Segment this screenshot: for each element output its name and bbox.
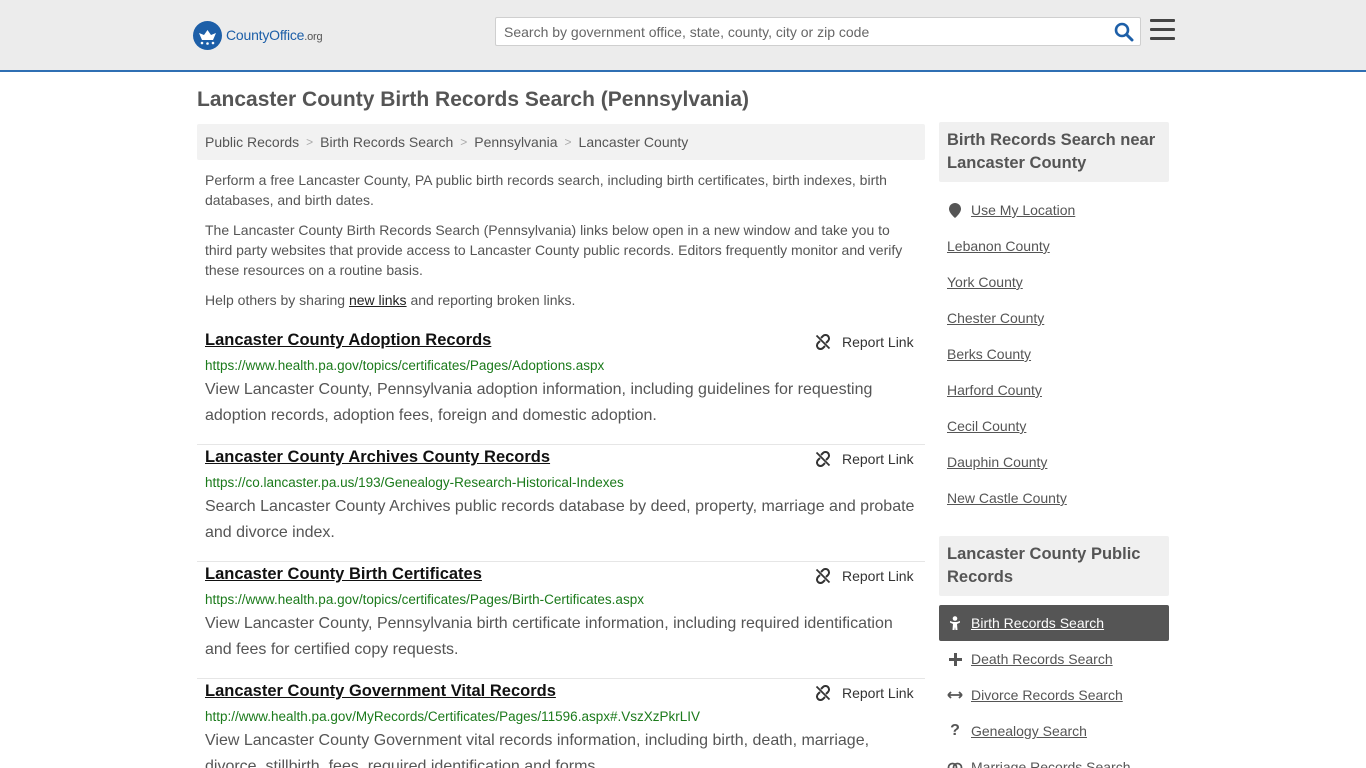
public-records-list: Birth Records Search Death Records Searc… xyxy=(939,605,1169,768)
nearby-link[interactable]: York County xyxy=(947,274,1023,290)
arrows-split-icon xyxy=(947,687,963,703)
list-item: Lancaster County Birth Certificates Repo… xyxy=(197,562,925,679)
sidebar-item-genealogy[interactable]: ? Genealogy Search xyxy=(939,713,1169,749)
record-url: https://co.lancaster.pa.us/193/Genealogy… xyxy=(205,475,624,490)
nearby-item-harford[interactable]: Harford County xyxy=(939,372,1169,408)
question-icon: ? xyxy=(950,722,960,739)
chevron-right-icon: > xyxy=(306,135,314,149)
broken-link-icon xyxy=(815,451,831,467)
site-header: CountyOffice.org xyxy=(0,0,1366,72)
record-url: https://www.health.pa.gov/topics/certifi… xyxy=(205,358,605,373)
nearby-item-berks[interactable]: Berks County xyxy=(939,336,1169,372)
logo-badge-icon xyxy=(193,20,222,50)
nearby-heading: Birth Records Search near Lancaster Coun… xyxy=(939,122,1169,182)
hamburger-menu-icon[interactable] xyxy=(1150,19,1175,41)
nearby-item-york[interactable]: York County xyxy=(939,264,1169,300)
breadcrumb: Public Records > Birth Records Search > … xyxy=(197,124,925,160)
rings-icon xyxy=(947,759,963,768)
logo-text: CountyOffice.org xyxy=(226,27,323,43)
list-item: Lancaster County Adoption Records Report… xyxy=(197,328,925,445)
intro-paragraph-2: The Lancaster County Birth Records Searc… xyxy=(205,222,903,278)
nearby-item-new-castle[interactable]: New Castle County xyxy=(939,480,1169,516)
record-description: View Lancaster County, Pennsylvania birt… xyxy=(205,615,893,658)
intro-paragraph-1: Perform a free Lancaster County, PA publ… xyxy=(205,172,887,208)
search-box xyxy=(495,17,1141,46)
divorce-records-link[interactable]: Divorce Records Search xyxy=(971,687,1123,703)
chevron-right-icon: > xyxy=(460,135,468,149)
sidebar-item-birth-records[interactable]: Birth Records Search xyxy=(939,605,1169,641)
report-link-button[interactable]: Report Link xyxy=(815,566,914,586)
record-description: View Lancaster County Government vital r… xyxy=(205,732,870,768)
record-url: https://www.health.pa.gov/topics/certifi… xyxy=(205,592,644,607)
nearby-link[interactable]: Chester County xyxy=(947,310,1044,326)
record-description: Search Lancaster County Archives public … xyxy=(205,498,915,541)
nearby-list: Use My Location Lebanon County York Coun… xyxy=(939,192,1169,516)
genealogy-link[interactable]: Genealogy Search xyxy=(971,723,1087,739)
broken-link-icon xyxy=(815,568,831,584)
breadcrumb-birth-records[interactable]: Birth Records Search xyxy=(320,134,453,150)
broken-link-icon xyxy=(815,685,831,701)
death-records-link[interactable]: Death Records Search xyxy=(971,651,1113,667)
record-title-link[interactable]: Lancaster County Government Vital Record… xyxy=(205,682,556,701)
record-url: http://www.health.pa.gov/MyRecords/Certi… xyxy=(205,709,700,724)
site-logo[interactable]: CountyOffice.org xyxy=(193,20,323,50)
public-records-heading: Lancaster County Public Records xyxy=(939,536,1169,596)
use-location-item[interactable]: Use My Location xyxy=(939,192,1169,228)
report-link-button[interactable]: Report Link xyxy=(815,449,914,469)
birth-records-link[interactable]: Birth Records Search xyxy=(971,615,1104,631)
nearby-link[interactable]: Cecil County xyxy=(947,418,1026,434)
record-title-link[interactable]: Lancaster County Adoption Records xyxy=(205,331,491,350)
page-title: Lancaster County Birth Records Search (P… xyxy=(197,88,749,111)
nearby-link[interactable]: Berks County xyxy=(947,346,1031,362)
nearby-item-dauphin[interactable]: Dauphin County xyxy=(939,444,1169,480)
intro-paragraph-3: Help others by sharing new links and rep… xyxy=(205,292,576,308)
sidebar-item-marriage-records[interactable]: Marriage Records Search xyxy=(939,749,1169,768)
list-item: Lancaster County Archives County Records… xyxy=(197,445,925,562)
search-icon[interactable] xyxy=(1114,22,1134,42)
report-link-button[interactable]: Report Link xyxy=(815,683,914,703)
chevron-right-icon: > xyxy=(564,135,572,149)
search-input[interactable] xyxy=(496,18,1106,45)
new-links-link[interactable]: new links xyxy=(349,292,407,308)
map-pin-icon xyxy=(947,202,963,218)
nearby-item-chester[interactable]: Chester County xyxy=(939,300,1169,336)
report-link-button[interactable]: Report Link xyxy=(815,332,914,352)
breadcrumb-current: Lancaster County xyxy=(578,134,689,150)
sidebar-item-death-records[interactable]: Death Records Search xyxy=(939,641,1169,677)
record-title-link[interactable]: Lancaster County Birth Certificates xyxy=(205,565,482,584)
list-item: Lancaster County Government Vital Record… xyxy=(197,679,925,768)
baby-icon xyxy=(947,615,963,631)
use-location-link[interactable]: Use My Location xyxy=(971,202,1075,218)
nearby-link[interactable]: Harford County xyxy=(947,382,1042,398)
nearby-link[interactable]: Lebanon County xyxy=(947,238,1050,254)
marriage-records-link[interactable]: Marriage Records Search xyxy=(971,759,1131,768)
breadcrumb-public-records[interactable]: Public Records xyxy=(205,134,299,150)
cross-icon xyxy=(947,651,963,667)
nearby-link[interactable]: Dauphin County xyxy=(947,454,1047,470)
record-description: View Lancaster County, Pennsylvania adop… xyxy=(205,381,873,424)
record-title-link[interactable]: Lancaster County Archives County Records xyxy=(205,448,550,467)
broken-link-icon xyxy=(815,334,831,350)
nearby-item-cecil[interactable]: Cecil County xyxy=(939,408,1169,444)
records-list: Lancaster County Adoption Records Report… xyxy=(197,328,925,768)
sidebar-item-divorce-records[interactable]: Divorce Records Search xyxy=(939,677,1169,713)
breadcrumb-pennsylvania[interactable]: Pennsylvania xyxy=(474,134,557,150)
nearby-item-lebanon[interactable]: Lebanon County xyxy=(939,228,1169,264)
nearby-link[interactable]: New Castle County xyxy=(947,490,1067,506)
